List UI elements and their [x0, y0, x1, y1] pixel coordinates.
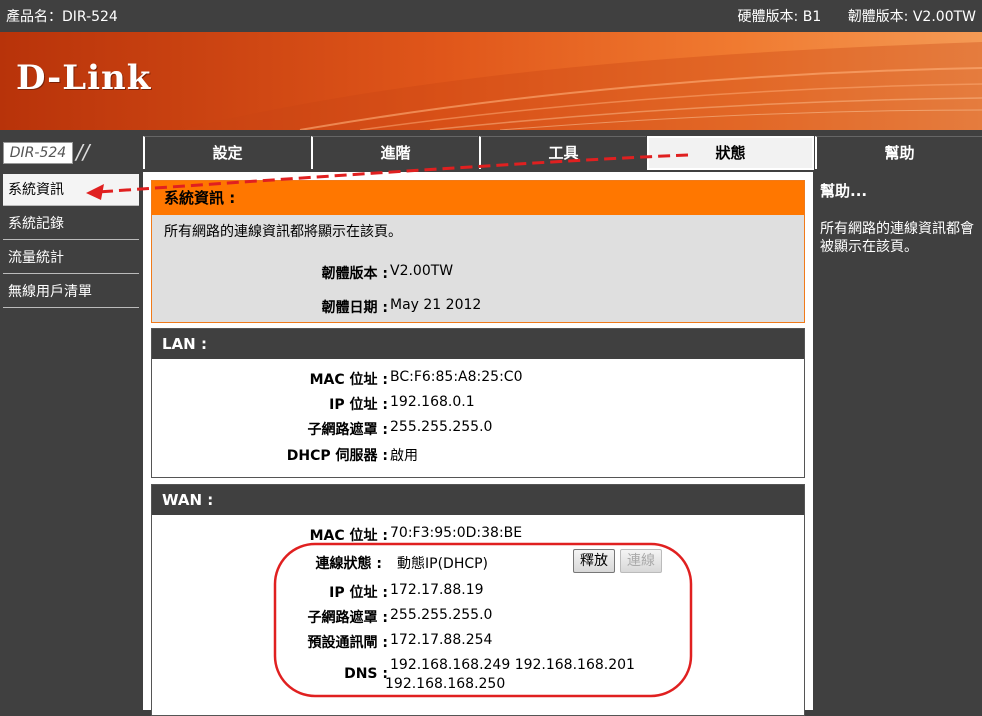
- fw-version-label: 韌體版本 :: [321, 266, 388, 282]
- firmware-version: 韌體版本: V2.00TW: [847, 9, 976, 25]
- wan-dns-row: DNS : 192.168.168.249 192.168.168.201 19…: [152, 657, 806, 697]
- wan-ip-value: 172.17.88.19: [390, 582, 484, 598]
- version-info: 硬體版本: B1 韌體版本: V2.00TW: [716, 6, 976, 26]
- wan-mac-row: MAC 位址 : 70:F3:95:0D:38:BE: [152, 525, 806, 547]
- wan-mask-row: 子網路遮罩 : 255.255.255.0: [152, 607, 806, 629]
- help-panel: 幫助... 所有網路的連線資訊都會被顯示在該頁。: [815, 172, 982, 710]
- wan-dns-line2: 192.168.168.250: [385, 676, 506, 692]
- lan-ip-value: 192.168.0.1: [390, 394, 475, 410]
- wan-gateway-row: 預設通訊閘 : 172.17.88.254: [152, 632, 806, 654]
- wan-header: WAN :: [152, 485, 804, 515]
- lan-dhcp-row: DHCP 伺服器 : 啟用: [152, 445, 806, 467]
- tab-help[interactable]: 幫助: [815, 136, 982, 169]
- lan-section: LAN : MAC 位址 : BC:F6:85:A8:25:C0 IP 位址 :…: [151, 328, 805, 478]
- sidebar-item-system-info[interactable]: 系統資訊: [3, 174, 139, 206]
- sidebar-item-wireless-clients[interactable]: 無線用戶清單: [3, 276, 139, 308]
- tab-advanced[interactable]: 進階: [311, 136, 478, 169]
- wan-dns-label: DNS :: [344, 666, 388, 682]
- wan-section: WAN : MAC 位址 : 70:F3:95:0D:38:BE 連線狀態 : …: [151, 484, 805, 716]
- lan-header: LAN :: [152, 329, 804, 359]
- slash-decoration: //: [76, 140, 90, 164]
- wan-mac-value: 70:F3:95:0D:38:BE: [390, 525, 523, 541]
- dlink-logo: D-Link: [16, 58, 152, 98]
- model-tag-area: DIR-524 //: [0, 136, 140, 168]
- sidebar: 系統資訊 系統記錄 流量統計 無線用戶清單: [0, 172, 140, 710]
- fw-date-label: 韌體日期 :: [321, 300, 388, 316]
- wan-dns-line1: 192.168.168.249 192.168.168.201: [390, 657, 635, 673]
- tab-setup[interactable]: 設定: [143, 136, 310, 169]
- lan-dhcp-value: 啟用: [390, 448, 418, 464]
- lan-ip-row: IP 位址 : 192.168.0.1: [152, 394, 806, 416]
- wan-gateway-value: 172.17.88.254: [390, 632, 493, 648]
- sidebar-item-system-log[interactable]: 系統記錄: [3, 208, 139, 240]
- hardware-version: 硬體版本: B1: [737, 9, 822, 25]
- wan-connection-value: 動態IP(DHCP): [397, 556, 489, 572]
- wan-ip-label: IP 位址 :: [329, 585, 388, 601]
- lan-mac-row: MAC 位址 : BC:F6:85:A8:25:C0: [152, 369, 806, 391]
- help-title: 幫助...: [820, 182, 868, 200]
- wan-mask-value: 255.255.255.0: [390, 607, 493, 623]
- lan-mac-value: BC:F6:85:A8:25:C0: [390, 369, 523, 385]
- wan-ip-row: IP 位址 : 172.17.88.19: [152, 582, 806, 604]
- fw-date-value: May 21 2012: [390, 297, 482, 313]
- fw-date-row: 韌體日期 : May 21 2012: [152, 297, 806, 319]
- wan-connection-label: 連線狀態 :: [315, 556, 382, 572]
- lan-mask-value: 255.255.255.0: [390, 419, 493, 435]
- wan-connection-row: 連線狀態 : 動態IP(DHCP): [152, 553, 806, 575]
- system-info-section: 系統資訊 : 所有網路的連線資訊都將顯示在該頁。 韌體版本 : V2.00TW …: [151, 180, 805, 323]
- brand-banner: D-Link: [0, 32, 982, 130]
- fw-version-value: V2.00TW: [390, 263, 454, 279]
- help-text: 所有網路的連線資訊都會被顯示在該頁。: [820, 221, 974, 255]
- lan-ip-label: IP 位址 :: [329, 397, 388, 413]
- wan-mac-label: MAC 位址 :: [309, 528, 388, 544]
- system-info-header: 系統資訊 :: [152, 181, 804, 215]
- connect-button[interactable]: 連線: [620, 549, 662, 573]
- main-content: 系統資訊 : 所有網路的連線資訊都將顯示在該頁。 韌體版本 : V2.00TW …: [143, 172, 813, 716]
- product-name: 產品名：DIR-524: [6, 9, 118, 25]
- wan-gateway-label: 預設通訊閘 :: [307, 635, 388, 651]
- system-info-description: 所有網路的連線資訊都將顯示在該頁。: [164, 224, 402, 240]
- sidebar-item-traffic-stats[interactable]: 流量統計: [3, 242, 139, 274]
- lan-dhcp-label: DHCP 伺服器 :: [286, 448, 388, 464]
- tab-status[interactable]: 狀態: [647, 136, 814, 170]
- model-tag: DIR-524: [3, 142, 73, 164]
- release-button[interactable]: 釋放: [573, 549, 615, 573]
- lan-mask-label: 子網路遮罩 :: [307, 422, 388, 438]
- lan-mask-row: 子網路遮罩 : 255.255.255.0: [152, 419, 806, 441]
- top-info-bar: 產品名：DIR-524 硬體版本: B1 韌體版本: V2.00TW: [0, 0, 982, 30]
- lan-mac-label: MAC 位址 :: [309, 372, 388, 388]
- wan-mask-label: 子網路遮罩 :: [307, 610, 388, 626]
- fw-version-row: 韌體版本 : V2.00TW: [152, 263, 806, 285]
- tab-tools[interactable]: 工具: [479, 136, 646, 169]
